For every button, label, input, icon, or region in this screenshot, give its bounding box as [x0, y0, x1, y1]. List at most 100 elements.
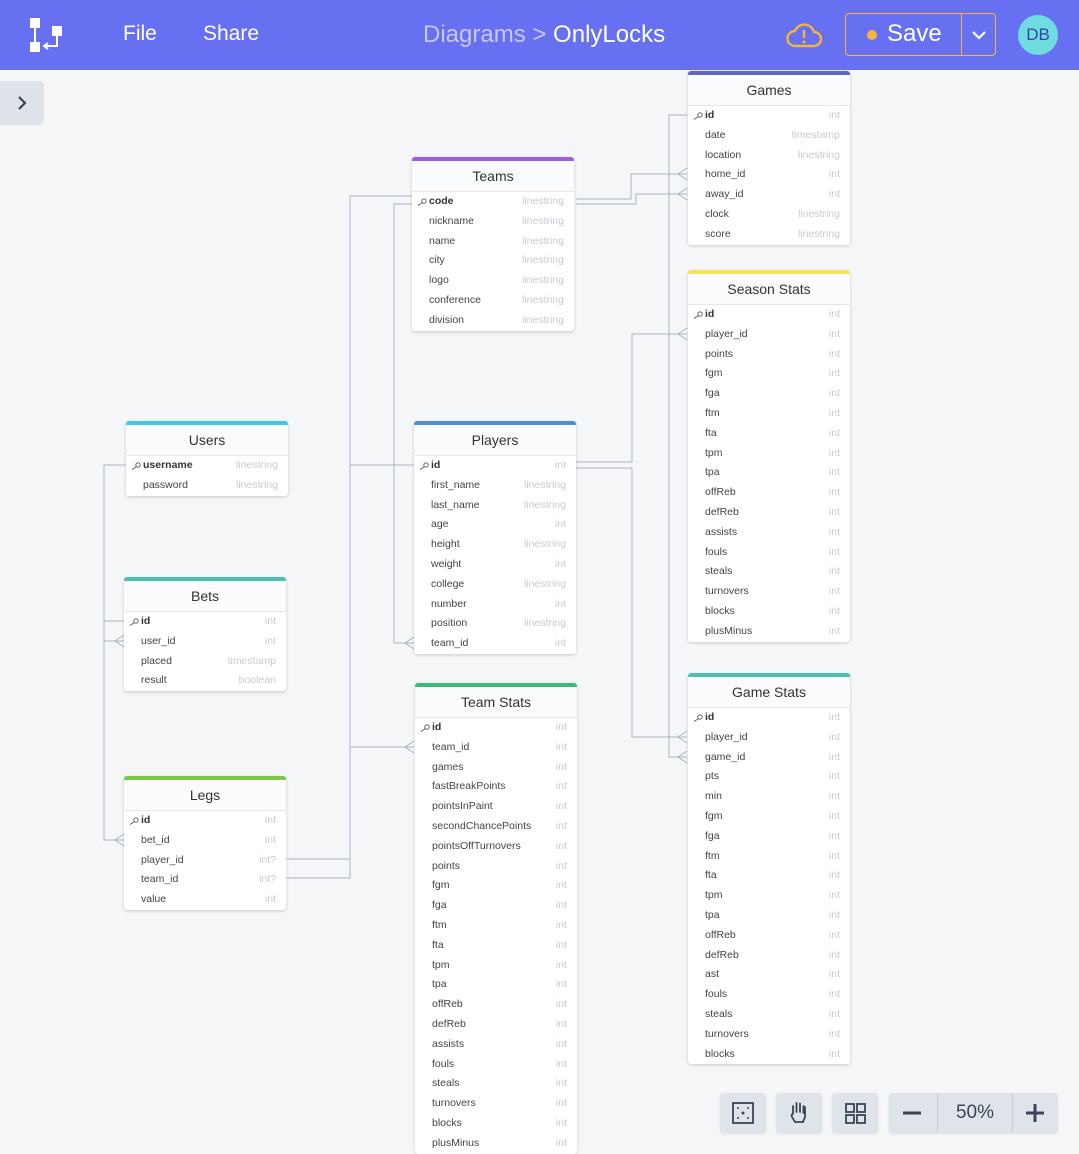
field-row[interactable]: fta int — [688, 866, 850, 886]
zoom-in-button[interactable] — [1012, 1093, 1058, 1133]
table-team-stats[interactable]: Team Stats id int team_id int games int fastBre… — [415, 683, 577, 1154]
field-row[interactable]: player_id int? — [124, 851, 286, 871]
field-row[interactable]: blocks int — [688, 1045, 850, 1065]
field-row[interactable]: id int — [124, 811, 286, 831]
field-row[interactable]: fgm int — [688, 364, 850, 384]
field-row[interactable]: team_id int — [414, 634, 576, 654]
field-row[interactable]: ftm int — [688, 847, 850, 867]
grid-toggle-button[interactable] — [832, 1093, 878, 1133]
field-row[interactable]: pts int — [688, 767, 850, 787]
table-players[interactable]: Players id int first_name linestring last_nam… — [414, 421, 576, 654]
table-title[interactable]: Players — [414, 425, 576, 456]
field-row[interactable]: id int — [688, 305, 850, 325]
field-row[interactable]: pointsOffTurnovers int — [415, 837, 577, 857]
field-row[interactable]: city linestring — [412, 251, 574, 271]
field-row[interactable]: home_id int — [688, 165, 850, 185]
field-row[interactable]: id int — [415, 718, 577, 738]
field-row[interactable]: fouls int — [415, 1055, 577, 1075]
field-row[interactable]: offReb int — [688, 483, 850, 503]
field-row[interactable]: location linestring — [688, 146, 850, 166]
table-season-stats[interactable]: Season Stats id int player_id int points int fg… — [688, 270, 850, 642]
field-row[interactable]: fta int — [688, 424, 850, 444]
field-row[interactable]: bet_id int — [124, 831, 286, 851]
field-row[interactable]: offReb int — [688, 926, 850, 946]
field-row[interactable]: password linestring — [126, 476, 288, 496]
field-row[interactable]: blocks int — [688, 602, 850, 622]
field-row[interactable]: turnovers int — [688, 582, 850, 602]
field-row[interactable]: plusMinus int — [415, 1134, 577, 1154]
field-row[interactable]: logo linestring — [412, 271, 574, 291]
field-row[interactable]: id int — [688, 708, 850, 728]
table-title[interactable]: Bets — [124, 581, 286, 612]
field-row[interactable]: position linestring — [414, 614, 576, 634]
field-row[interactable]: tpa int — [415, 975, 577, 995]
field-row[interactable]: number int — [414, 595, 576, 615]
field-row[interactable]: secondChancePoints int — [415, 817, 577, 837]
field-row[interactable]: team_id int? — [124, 870, 286, 890]
field-row[interactable]: min int — [688, 787, 850, 807]
field-row[interactable]: blocks int — [415, 1114, 577, 1134]
field-row[interactable]: defReb int — [688, 946, 850, 966]
field-row[interactable]: fta int — [415, 936, 577, 956]
field-row[interactable]: steals int — [688, 562, 850, 582]
pan-tool-button[interactable] — [776, 1093, 822, 1133]
field-row[interactable]: id int — [124, 612, 286, 632]
field-row[interactable]: turnovers int — [688, 1025, 850, 1045]
field-row[interactable]: first_name linestring — [414, 476, 576, 496]
field-row[interactable]: tpa int — [688, 906, 850, 926]
table-title[interactable]: Team Stats — [415, 687, 577, 718]
field-row[interactable]: steals int — [415, 1074, 577, 1094]
field-row[interactable]: defReb int — [415, 1015, 577, 1035]
field-row[interactable]: age int — [414, 515, 576, 535]
field-row[interactable]: fga int — [688, 827, 850, 847]
field-row[interactable]: ftm int — [688, 404, 850, 424]
field-row[interactable]: fgm int — [415, 876, 577, 896]
field-row[interactable]: id int — [688, 106, 850, 126]
field-row[interactable]: points int — [415, 857, 577, 877]
table-game-stats[interactable]: Game Stats id int player_id int game_id int pts… — [688, 673, 850, 1065]
field-row[interactable]: username linestring — [126, 456, 288, 476]
table-title[interactable]: Legs — [124, 780, 286, 811]
table-users[interactable]: Users username linestring password linestrin… — [126, 421, 288, 496]
field-row[interactable]: height linestring — [414, 535, 576, 555]
table-title[interactable]: Season Stats — [688, 274, 850, 305]
field-row[interactable]: college linestring — [414, 575, 576, 595]
field-row[interactable]: tpm int — [688, 886, 850, 906]
field-row[interactable]: nickname linestring — [412, 212, 574, 232]
field-row[interactable]: score linestring — [688, 225, 850, 245]
field-row[interactable]: user_id int — [124, 632, 286, 652]
zoom-out-button[interactable] — [889, 1093, 935, 1133]
table-title[interactable]: Games — [688, 75, 850, 106]
field-row[interactable]: fgm int — [688, 807, 850, 827]
field-row[interactable]: clock linestring — [688, 205, 850, 225]
field-row[interactable]: game_id int — [688, 748, 850, 768]
field-row[interactable]: tpm int — [688, 444, 850, 464]
field-row[interactable]: ast int — [688, 965, 850, 985]
field-row[interactable]: points int — [688, 345, 850, 365]
field-row[interactable]: turnovers int — [415, 1094, 577, 1114]
field-row[interactable]: offReb int — [415, 995, 577, 1015]
field-row[interactable]: team_id int — [415, 738, 577, 758]
field-row[interactable]: value int — [124, 890, 286, 910]
table-games[interactable]: Games id int date timestamp location linestrin… — [688, 71, 850, 245]
field-row[interactable]: fga int — [415, 896, 577, 916]
table-title[interactable]: Teams — [412, 161, 574, 192]
field-row[interactable]: last_name linestring — [414, 496, 576, 516]
field-row[interactable]: player_id int — [688, 325, 850, 345]
table-title[interactable]: Users — [126, 425, 288, 456]
field-row[interactable]: fouls int — [688, 985, 850, 1005]
field-row[interactable]: id int — [414, 456, 576, 476]
fit-view-button[interactable] — [720, 1093, 766, 1133]
table-bets[interactable]: Bets id int user_id int placed timestamp result… — [124, 577, 286, 692]
field-row[interactable]: tpa int — [688, 463, 850, 483]
field-row[interactable]: fouls int — [688, 543, 850, 563]
field-row[interactable]: away_id int — [688, 185, 850, 205]
field-row[interactable]: division linestring — [412, 311, 574, 331]
field-row[interactable]: conference linestring — [412, 291, 574, 311]
field-row[interactable]: name linestring — [412, 232, 574, 252]
field-row[interactable]: result boolean — [124, 671, 286, 691]
field-row[interactable]: player_id int — [688, 728, 850, 748]
table-legs[interactable]: Legs id int bet_id int player_id int? team_id in… — [124, 776, 286, 910]
table-teams[interactable]: Teams code linestring nickname linestring nam… — [412, 157, 574, 331]
field-row[interactable]: games int — [415, 758, 577, 778]
